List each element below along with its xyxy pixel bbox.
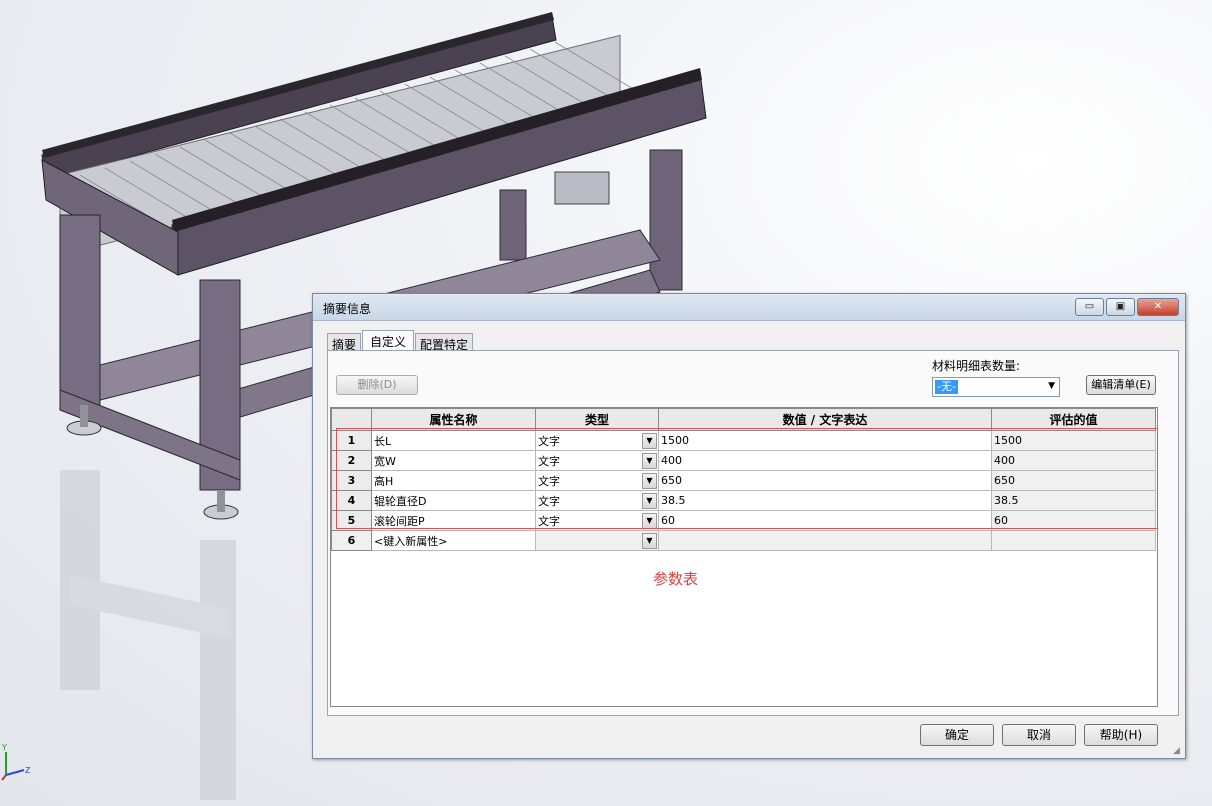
property-name-cell[interactable]: 滚轮间距P [371, 510, 536, 531]
column-header-type[interactable]: 类型 [535, 408, 659, 431]
value-cell[interactable]: 650 [658, 470, 992, 491]
type-cell[interactable]: ▼ [535, 530, 659, 551]
type-value: 文字 [538, 434, 560, 448]
table-row: 2 宽W 文字 ▼ 400 400 [331, 450, 1156, 471]
cancel-button[interactable]: 取消 [1002, 724, 1076, 746]
type-cell[interactable]: 文字 ▼ [535, 490, 659, 511]
type-cell[interactable]: 文字 ▼ [535, 430, 659, 451]
chevron-down-icon[interactable]: ▼ [642, 453, 657, 469]
chevron-down-icon[interactable]: ▼ [642, 513, 657, 529]
window-controls: ▭ ▣ ✕ [1075, 298, 1179, 316]
chevron-down-icon: ▼ [1048, 381, 1055, 391]
minimize-button[interactable]: ▭ [1075, 298, 1104, 316]
maximize-button[interactable]: ▣ [1106, 298, 1135, 316]
bom-quantity-select[interactable]: -无- ▼ [932, 377, 1060, 397]
row-number[interactable]: 4 [331, 490, 372, 511]
type-value: 文字 [538, 474, 560, 488]
row-number[interactable]: 1 [331, 430, 372, 451]
row-number[interactable]: 2 [331, 450, 372, 471]
type-cell[interactable]: 文字 ▼ [535, 510, 659, 531]
evaluated-cell: 1500 [991, 430, 1156, 451]
value-cell[interactable]: 400 [658, 450, 992, 471]
axis-z-label: Z [25, 766, 31, 775]
table-header: 属性名称 类型 数值 / 文字表达 评估的值 [331, 408, 1156, 431]
close-button[interactable]: ✕ [1137, 298, 1179, 316]
bom-quantity-value: -无- [935, 380, 958, 394]
property-name-cell[interactable]: 高H [371, 470, 536, 491]
ok-button[interactable]: 确定 [920, 724, 994, 746]
chevron-down-icon[interactable]: ▼ [642, 533, 657, 549]
row-number[interactable]: 6 [331, 530, 372, 551]
column-header-evaluated[interactable]: 评估的值 [991, 408, 1156, 431]
resize-grip-icon[interactable]: ◢ [1173, 746, 1183, 756]
title-bar[interactable]: 摘要信息 ▭ ▣ ✕ [313, 294, 1185, 321]
bom-quantity-label: 材料明细表数量: [932, 359, 1021, 373]
table-row: 4 辊轮直径D 文字 ▼ 38.5 38.5 [331, 490, 1156, 511]
new-property-row: 6 <键入新属性> ▼ [331, 530, 1156, 551]
summary-info-dialog: 摘要信息 ▭ ▣ ✕ 摘要 自定义 配置特定 删除(D) 材料明细表数量: -无… [312, 293, 1186, 759]
type-value: 文字 [538, 494, 560, 508]
table-row: 3 高H 文字 ▼ 650 650 [331, 470, 1156, 491]
annotation-label: 参数表 [653, 570, 699, 588]
type-cell[interactable]: 文字 ▼ [535, 470, 659, 491]
column-header-value[interactable]: 数值 / 文字表达 [658, 408, 992, 431]
property-name-cell[interactable]: 长L [371, 430, 536, 451]
table-row: 5 滚轮间距P 文字 ▼ 60 60 [331, 510, 1156, 531]
value-cell[interactable]: 38.5 [658, 490, 992, 511]
type-value: 文字 [538, 454, 560, 468]
evaluated-cell: 38.5 [991, 490, 1156, 511]
value-cell[interactable] [658, 530, 992, 551]
type-cell[interactable]: 文字 ▼ [535, 450, 659, 471]
value-cell[interactable]: 60 [658, 510, 992, 531]
dialog-title: 摘要信息 [323, 302, 372, 316]
row-number[interactable]: 5 [331, 510, 372, 531]
table-row: 1 长L 文字 ▼ 1500 1500 [331, 430, 1156, 451]
custom-properties-panel: 删除(D) 材料明细表数量: -无- ▼ 编辑清单(E) 属性名称 类型 数值 … [327, 350, 1179, 716]
value-cell[interactable]: 1500 [658, 430, 992, 451]
evaluated-cell [991, 530, 1156, 551]
chevron-down-icon[interactable]: ▼ [642, 493, 657, 509]
row-number[interactable]: 3 [331, 470, 372, 491]
column-header-corner [331, 408, 372, 431]
axis-triad: Y Z [1, 743, 31, 781]
column-header-name[interactable]: 属性名称 [371, 408, 536, 431]
help-button[interactable]: 帮助(H) [1084, 724, 1158, 746]
property-name-cell[interactable]: 辊轮直径D [371, 490, 536, 511]
axis-y-label: Y [1, 743, 7, 752]
new-property-name-cell[interactable]: <键入新属性> [371, 530, 536, 551]
delete-button[interactable]: 删除(D) [336, 375, 418, 395]
evaluated-cell: 650 [991, 470, 1156, 491]
evaluated-cell: 400 [991, 450, 1156, 471]
edit-list-button[interactable]: 编辑清单(E) [1086, 375, 1156, 395]
type-value: 文字 [538, 514, 560, 528]
chevron-down-icon[interactable]: ▼ [642, 433, 657, 449]
properties-table: 属性名称 类型 数值 / 文字表达 评估的值 1 长L 文字 ▼ 1500 150… [330, 407, 1158, 707]
evaluated-cell: 60 [991, 510, 1156, 531]
chevron-down-icon[interactable]: ▼ [642, 473, 657, 489]
property-name-cell[interactable]: 宽W [371, 450, 536, 471]
